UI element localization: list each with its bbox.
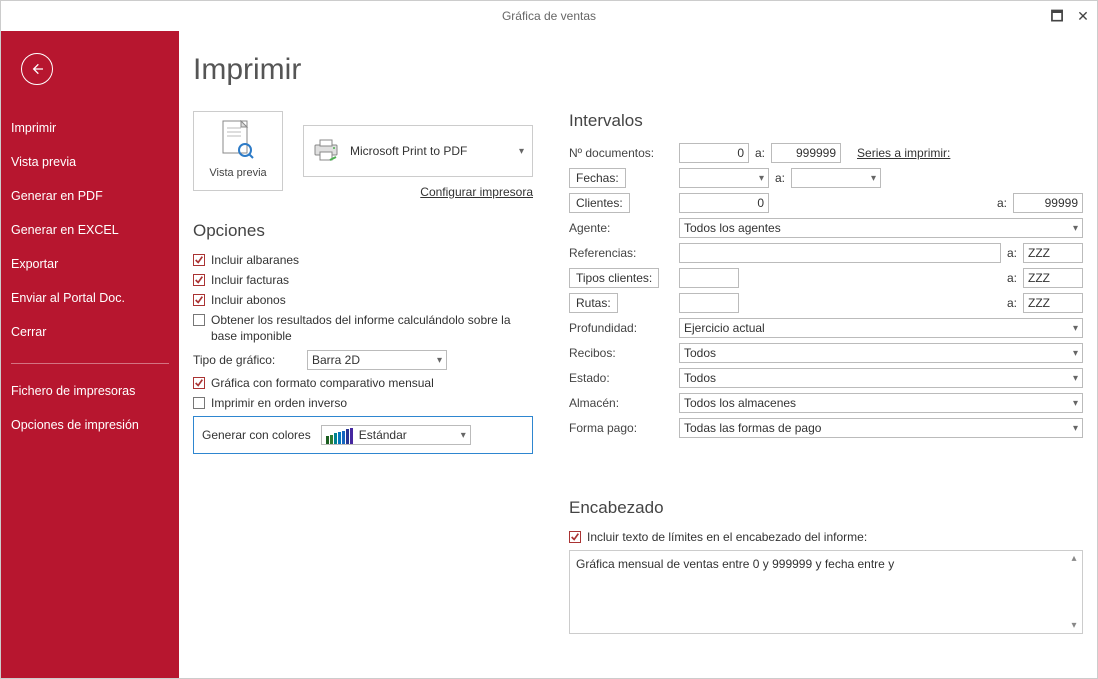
rutas-button[interactable]: Rutas:: [569, 293, 618, 313]
sidebar-item-enviar-portal[interactable]: Enviar al Portal Doc.: [1, 281, 179, 315]
recibos-label: Recibos:: [569, 346, 671, 360]
profundidad-label: Profundidad:: [569, 321, 671, 335]
sidebar-item-generar-pdf[interactable]: Generar en PDF: [1, 179, 179, 213]
check-imprimir-inverso[interactable]: Imprimir en orden inverso: [193, 396, 533, 410]
check-incluir-abonos[interactable]: Incluir abonos: [193, 293, 533, 307]
tipos-clientes-from-input[interactable]: [679, 268, 739, 288]
sidebar-item-fichero-impresoras[interactable]: Fichero de impresoras: [1, 374, 179, 408]
encabezado-heading: Encabezado: [569, 498, 1083, 518]
printer-icon: [312, 138, 340, 165]
document-preview-icon: [198, 120, 278, 163]
page-title: Imprimir: [193, 53, 1083, 87]
num-doc-to-input[interactable]: 999999: [771, 143, 841, 163]
num-doc-label: Nº documentos:: [569, 146, 671, 160]
estado-select[interactable]: Todos▾: [679, 368, 1083, 388]
generar-colores-label: Generar con colores: [202, 428, 311, 442]
agente-select[interactable]: Todos los agentes▾: [679, 218, 1083, 238]
referencias-to-input[interactable]: ZZZ: [1023, 243, 1083, 263]
check-incluir-facturas[interactable]: Incluir facturas: [193, 273, 533, 287]
fechas-button[interactable]: Fechas:: [569, 168, 626, 188]
scroll-down-icon: ▾: [1071, 620, 1076, 631]
sidebar-separator: [11, 363, 169, 364]
back-button[interactable]: [21, 53, 53, 85]
generar-colores-select[interactable]: Estándar ▾: [321, 425, 471, 445]
check-incluir-albaranes[interactable]: Incluir albaranes: [193, 253, 533, 267]
title-bar: Gráfica de ventas 🗖 ✕: [1, 1, 1097, 31]
rutas-from-input[interactable]: [679, 293, 739, 313]
maximize-icon[interactable]: 🗖: [1049, 1, 1065, 31]
intervalos-heading: Intervalos: [569, 111, 1083, 131]
tipo-grafico-select[interactable]: Barra 2D ▾: [307, 350, 447, 370]
sidebar-item-generar-excel[interactable]: Generar en EXCEL: [1, 213, 179, 247]
chevron-down-icon: ▾: [455, 430, 466, 441]
tipos-clientes-button[interactable]: Tipos clientes:: [569, 268, 659, 288]
num-doc-from-input[interactable]: 0: [679, 143, 749, 163]
rutas-to-input[interactable]: ZZZ: [1023, 293, 1083, 313]
window-title: Gráfica de ventas: [502, 9, 596, 23]
agente-label: Agente:: [569, 221, 671, 235]
estado-label: Estado:: [569, 371, 671, 385]
profundidad-select[interactable]: Ejercicio actual▾: [679, 318, 1083, 338]
clientes-button[interactable]: Clientes:: [569, 193, 630, 213]
clientes-from-input[interactable]: 0: [679, 193, 769, 213]
preview-label: Vista previa: [198, 167, 278, 179]
almacen-label: Almacén:: [569, 396, 671, 410]
formapago-select[interactable]: Todas las formas de pago▾: [679, 418, 1083, 438]
close-icon[interactable]: ✕: [1075, 1, 1091, 31]
referencias-label: Referencias:: [569, 246, 671, 260]
sidebar-item-opciones-impresion[interactable]: Opciones de impresión: [1, 408, 179, 442]
printer-select[interactable]: Microsoft Print to PDF ▾: [303, 125, 533, 177]
tipos-clientes-to-input[interactable]: ZZZ: [1023, 268, 1083, 288]
sidebar-item-imprimir[interactable]: Imprimir: [1, 111, 179, 145]
tipo-grafico-label: Tipo de gráfico:: [193, 353, 299, 367]
textarea-scrollbar[interactable]: ▴ ▾: [1066, 551, 1082, 633]
main-panel: Imprimir: [179, 31, 1097, 678]
formapago-label: Forma pago:: [569, 421, 671, 435]
check-grafica-comparativo[interactable]: Gráfica con formato comparativo mensual: [193, 376, 533, 390]
chevron-down-icon: ▾: [519, 146, 524, 157]
scroll-up-icon: ▴: [1071, 553, 1076, 564]
check-incluir-limites[interactable]: Incluir texto de límites en el encabezad…: [569, 530, 1083, 544]
preview-button[interactable]: Vista previa: [193, 111, 283, 191]
check-obtener-resultados[interactable]: Obtener los resultados del informe calcu…: [193, 313, 533, 344]
almacen-select[interactable]: Todos los almacenes▾: [679, 393, 1083, 413]
header-textarea[interactable]: Gráfica mensual de ventas entre 0 y 9999…: [569, 550, 1083, 634]
fecha-from-select[interactable]: ▾: [679, 168, 769, 188]
sidebar-item-exportar[interactable]: Exportar: [1, 247, 179, 281]
sidebar-item-cerrar[interactable]: Cerrar: [1, 315, 179, 349]
chevron-down-icon: ▾: [431, 355, 442, 366]
recibos-select[interactable]: Todos▾: [679, 343, 1083, 363]
series-imprimir-link[interactable]: Series a imprimir:: [857, 146, 950, 160]
back-arrow-icon: [29, 61, 45, 77]
color-swatch-icon: [326, 426, 353, 444]
fecha-to-select[interactable]: ▾: [791, 168, 881, 188]
printer-name: Microsoft Print to PDF: [350, 144, 467, 158]
sidebar: Imprimir Vista previa Generar en PDF Gen…: [1, 31, 179, 678]
options-heading: Opciones: [193, 221, 533, 241]
clientes-to-input[interactable]: 99999: [1013, 193, 1083, 213]
referencias-from-input[interactable]: [679, 243, 1001, 263]
sidebar-item-vista-previa[interactable]: Vista previa: [1, 145, 179, 179]
config-printer-link[interactable]: Configurar impresora: [420, 185, 533, 199]
generar-colores-row: Generar con colores Estándar ▾: [193, 416, 533, 454]
